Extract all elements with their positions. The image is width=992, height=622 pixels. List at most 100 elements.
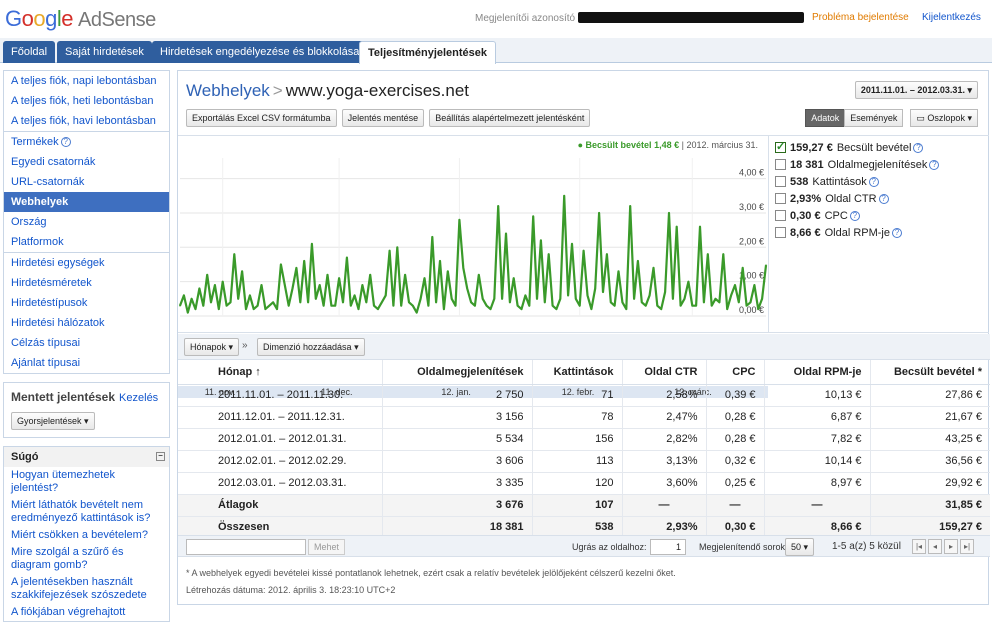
set-default-button[interactable]: Beállítás alapértelmezett jelentésként: [429, 109, 591, 127]
data-point[interactable]: [299, 301, 302, 304]
data-point[interactable]: [427, 304, 430, 307]
data-point[interactable]: [753, 284, 756, 286]
data-point[interactable]: [512, 277, 515, 279]
sidebar-item-url-channels[interactable]: URL-csatornák: [4, 172, 169, 192]
data-point[interactable]: [206, 274, 208, 276]
data-point[interactable]: [423, 277, 426, 279]
rows-per-page-dropdown[interactable]: 50 ▾: [785, 538, 815, 556]
dimension-dropdown[interactable]: Hónapok ▾: [184, 338, 240, 356]
data-point[interactable]: [221, 280, 224, 283]
data-point[interactable]: [641, 301, 643, 304]
data-point[interactable]: [190, 298, 193, 300]
data-point[interactable]: [749, 301, 752, 304]
data-point[interactable]: [338, 277, 340, 279]
help-link[interactable]: Hogyan ütemezhetek jelentést?: [4, 467, 169, 497]
metric-cpc[interactable]: 0,30 € CPC?: [769, 208, 989, 225]
data-point[interactable]: [431, 236, 434, 238]
data-point[interactable]: [450, 298, 453, 300]
sidebar-item-targeting-types[interactable]: Célzás típusai: [4, 333, 169, 353]
tab-performance-reports[interactable]: Teljesítményjelentések: [359, 41, 497, 64]
data-point[interactable]: [396, 246, 399, 249]
data-point[interactable]: [439, 260, 441, 262]
data-point[interactable]: [357, 308, 360, 310]
data-point[interactable]: [540, 239, 542, 242]
data-point[interactable]: [369, 274, 371, 276]
sidebar-item-ad-networks[interactable]: Hirdetési hálózatok: [4, 313, 169, 333]
data-point[interactable]: [214, 284, 216, 286]
next-page-icon[interactable]: ▸: [944, 539, 958, 554]
help-icon[interactable]: ?: [868, 177, 879, 187]
help-icon[interactable]: ?: [913, 143, 924, 153]
page-number-input[interactable]: 1: [650, 539, 686, 555]
metric-checkbox[interactable]: [775, 193, 786, 204]
data-point[interactable]: [202, 304, 205, 307]
sidebar-item-platforms[interactable]: Platformok: [4, 232, 169, 252]
data-point[interactable]: [284, 284, 286, 286]
metric-pageviews[interactable]: 18 381 Oldalmegjelenítések?: [769, 157, 989, 174]
data-point[interactable]: [458, 219, 461, 221]
data-point[interactable]: [520, 308, 523, 310]
data-point[interactable]: [454, 304, 457, 307]
data-point[interactable]: [384, 294, 387, 297]
data-point[interactable]: [524, 294, 527, 297]
data-point[interactable]: [229, 301, 232, 304]
filter-input[interactable]: [186, 539, 306, 555]
data-point[interactable]: [237, 298, 239, 300]
prev-page-icon[interactable]: ◂: [928, 539, 942, 554]
sidebar-item-weekly[interactable]: A teljes fiók, heti lebontásban: [4, 91, 169, 111]
data-point[interactable]: [474, 304, 476, 307]
manage-saved-link[interactable]: Kezelés: [119, 392, 158, 404]
metric-checkbox[interactable]: [775, 176, 786, 187]
data-point[interactable]: [555, 308, 558, 310]
col-rpm[interactable]: Oldal RPM-je: [763, 360, 870, 385]
sidebar-item-ad-units[interactable]: Hirdetési egységek: [4, 253, 169, 273]
tab-allow-block-ads[interactable]: Hirdetések engedélyezése és blokkolása: [152, 41, 368, 63]
data-point[interactable]: [381, 301, 383, 304]
data-point[interactable]: [644, 304, 647, 307]
last-page-icon[interactable]: ▸|: [960, 539, 974, 554]
data-point[interactable]: [590, 308, 593, 310]
data-point[interactable]: [707, 253, 709, 255]
data-point[interactable]: [610, 301, 612, 304]
add-dimension-dropdown[interactable]: Dimenzió hozzáadása ▾: [257, 338, 365, 356]
data-point[interactable]: [621, 301, 624, 304]
data-point[interactable]: [559, 298, 562, 300]
data-point[interactable]: [606, 253, 608, 255]
data-point[interactable]: [256, 304, 259, 307]
data-point[interactable]: [218, 308, 220, 310]
data-point[interactable]: [307, 301, 309, 304]
data-point[interactable]: [198, 287, 201, 290]
sidebar-item-bid-types[interactable]: Ajánlat típusai: [4, 353, 169, 373]
data-point[interactable]: [691, 304, 694, 307]
data-point[interactable]: [710, 304, 713, 307]
data-point[interactable]: [287, 304, 290, 307]
data-point[interactable]: [365, 301, 368, 304]
data-point[interactable]: [765, 264, 767, 266]
data-point[interactable]: [470, 301, 472, 304]
data-point[interactable]: [722, 253, 725, 255]
data-point[interactable]: [598, 212, 600, 214]
data-point[interactable]: [547, 253, 550, 255]
col-revenue[interactable]: Becsült bevétel *: [869, 360, 990, 385]
help-icon[interactable]: ?: [892, 228, 902, 238]
metric-clicks[interactable]: 538 Kattintások?: [769, 174, 989, 191]
data-point[interactable]: [419, 298, 422, 300]
data-point[interactable]: [260, 284, 263, 286]
data-point[interactable]: [183, 294, 185, 297]
data-point[interactable]: [633, 298, 635, 300]
data-point[interactable]: [447, 270, 449, 273]
help-icon[interactable]: ?: [60, 137, 71, 147]
metric-checkbox[interactable]: [775, 139, 786, 156]
help-link[interactable]: Miért láthatók bevételt nem eredményező …: [4, 497, 169, 527]
data-point[interactable]: [613, 304, 616, 307]
metric-checkbox[interactable]: [775, 159, 786, 170]
sidebar-item-products[interactable]: Termékek?: [4, 132, 169, 152]
data-point[interactable]: [571, 243, 573, 245]
adsense-logo[interactable]: Google AdSense: [5, 6, 156, 32]
data-point[interactable]: [435, 301, 437, 304]
data-point[interactable]: [342, 301, 344, 304]
data-point[interactable]: [489, 308, 492, 310]
data-point[interactable]: [714, 298, 717, 300]
help-link[interactable]: A jelentésekben használt szakkifejezések…: [4, 574, 169, 604]
data-point[interactable]: [683, 298, 686, 300]
